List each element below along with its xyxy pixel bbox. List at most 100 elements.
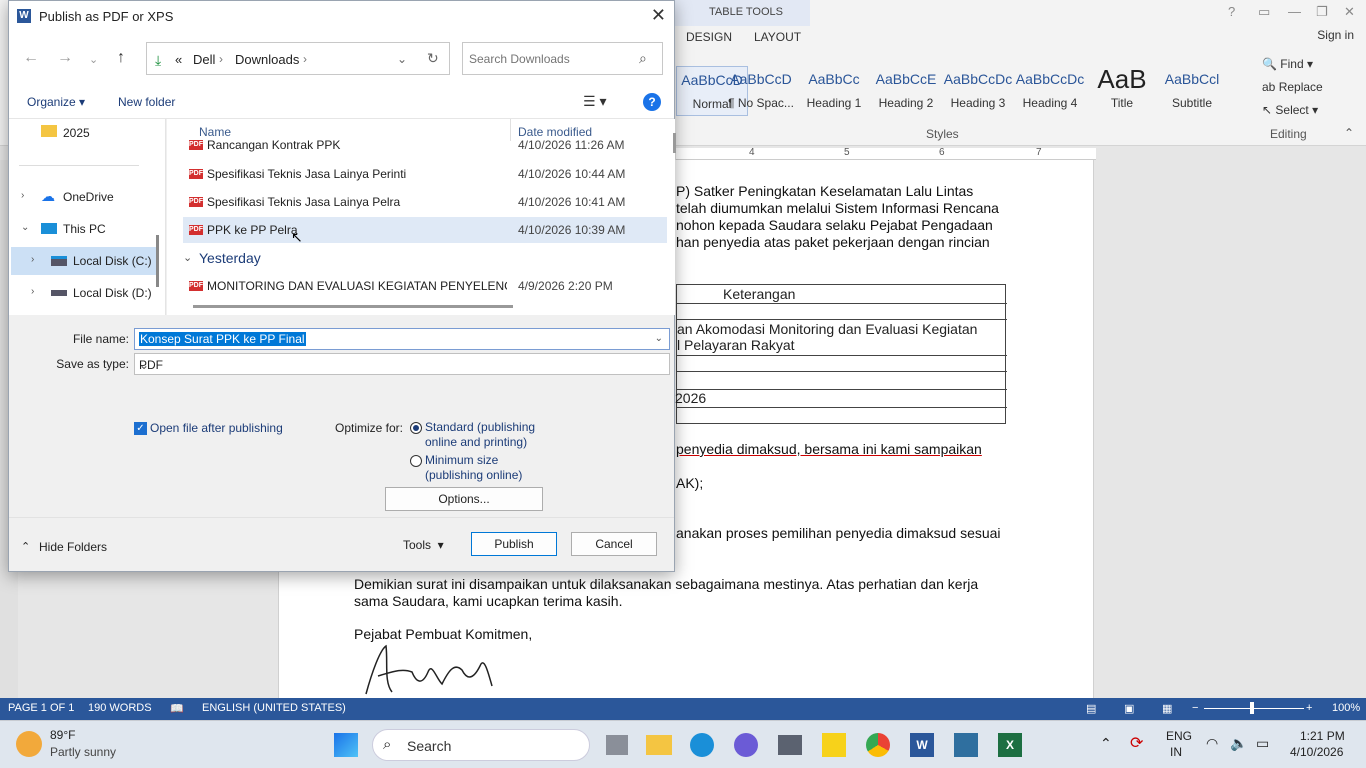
optimize-minimum-label[interactable]: Minimum size (publishing online) [425, 453, 522, 483]
zoom-level[interactable]: 100% [1332, 702, 1360, 714]
zoom-slider[interactable] [1204, 708, 1304, 709]
help-icon[interactable]: ? [1228, 4, 1235, 19]
restore-icon[interactable]: ❐ [1316, 4, 1328, 20]
nav-scrollbar-thumb[interactable] [156, 235, 159, 287]
vertical-scrollbar-thumb[interactable] [673, 133, 676, 153]
search-icon[interactable]: ⌕ [639, 50, 647, 67]
file-row[interactable]: PDF Rancangan Kontrak PPK 4/10/2026 11:2… [183, 135, 667, 157]
task-view-icon[interactable] [606, 735, 628, 755]
zoom-out-icon[interactable]: − [1192, 702, 1198, 714]
organize-button[interactable]: Organize ▾ [27, 95, 85, 109]
horizontal-scrollbar-thumb[interactable] [193, 305, 513, 308]
collapse-chevron-icon[interactable]: ⌄ [21, 222, 29, 233]
search-box[interactable]: ⌕ [462, 42, 663, 75]
page-count[interactable]: PAGE 1 OF 1 [8, 702, 74, 714]
optimize-minimum-radio[interactable] [410, 455, 422, 467]
sign-in-link[interactable]: Sign in [1317, 28, 1354, 42]
style-2[interactable]: AaBbCc Heading 1 [798, 66, 870, 116]
nav-item-local-disk-c[interactable]: › Local Disk (C:) [11, 247, 157, 275]
word-icon[interactable]: W [910, 733, 934, 757]
start-icon[interactable] [334, 733, 358, 757]
read-mode-icon[interactable]: ▤ [1086, 702, 1096, 715]
recent-locations-icon[interactable]: ⌄ [89, 53, 98, 66]
excel-icon[interactable]: X [998, 733, 1022, 757]
nav-item-this-pc[interactable]: ⌄ This PC [9, 215, 159, 243]
expand-chevron-icon[interactable]: › [31, 286, 34, 297]
view-options-icon[interactable]: ☰ ▾ [583, 93, 606, 110]
tab-layout[interactable]: LAYOUT [754, 30, 801, 44]
address-dropdown-icon[interactable]: ⌄ [397, 52, 407, 66]
proofing-icon[interactable]: 📖 [170, 702, 184, 715]
tray-chevron-icon[interactable]: ⌃ [1100, 735, 1112, 752]
taskbar-search[interactable]: ⌕ Search [372, 729, 590, 761]
style-7[interactable]: AaBbCcl Subtitle [1156, 66, 1228, 116]
weather-temp[interactable]: 89°F [50, 728, 75, 742]
tab-design[interactable]: DESIGN [686, 30, 732, 44]
open-after-label[interactable]: Open file after publishing [150, 421, 283, 436]
volume-icon[interactable]: 🔈 [1230, 735, 1247, 752]
window-close-icon[interactable]: ✕ [1344, 4, 1355, 20]
address-bar[interactable]: ⤓ « Dell › Downloads › ⌄ ↻ [146, 42, 450, 75]
optimize-standard-label[interactable]: Standard (publishing online and printing) [425, 420, 535, 450]
sync-icon[interactable]: ⟳ [1130, 733, 1143, 753]
battery-icon[interactable]: ▭ [1256, 735, 1269, 752]
clock-time[interactable]: 1:21 PM [1300, 729, 1345, 743]
breadcrumb-downloads[interactable]: Downloads [235, 52, 299, 67]
search-input[interactable] [469, 50, 637, 68]
file-row[interactable]: PDF Spesifikasi Teknis Jasa Lainya Perin… [183, 161, 667, 187]
edge-icon[interactable] [690, 733, 714, 757]
web-layout-icon[interactable]: ▦ [1162, 702, 1172, 715]
group-collapse-icon[interactable]: ⌄ [183, 251, 192, 264]
refresh-icon[interactable]: ↻ [427, 50, 439, 67]
file-row[interactable]: PDF Spesifikasi Teknis Jasa Lainya Pelra… [183, 189, 667, 215]
ribbon-display-icon[interactable]: ▭ [1258, 4, 1270, 20]
breadcrumb-overflow[interactable]: « [175, 52, 182, 67]
publish-button[interactable]: Publish [471, 532, 557, 556]
nav-item-2025[interactable]: 2025 [9, 119, 159, 147]
cancel-button[interactable]: Cancel [571, 532, 657, 556]
replace-button[interactable]: ab Replace [1262, 80, 1323, 94]
input-region[interactable]: IN [1170, 745, 1182, 759]
wifi-icon[interactable]: ◠ [1206, 735, 1218, 752]
back-arrow-icon[interactable]: ← [23, 49, 39, 67]
style-1[interactable]: AaBbCcD ¶ No Spac... [725, 66, 797, 116]
file-name-dropdown-icon[interactable]: ⌄ [655, 333, 663, 344]
file-explorer-icon[interactable] [646, 735, 672, 755]
style-4[interactable]: AaBbCcDc Heading 3 [942, 66, 1014, 116]
expand-chevron-icon[interactable]: › [21, 190, 24, 201]
zoom-thumb[interactable] [1250, 702, 1254, 714]
style-6[interactable]: AaB Title [1086, 66, 1158, 116]
tools-button[interactable]: Tools ▾ [403, 538, 444, 552]
forward-arrow-icon[interactable]: → [57, 49, 73, 67]
style-3[interactable]: AaBbCcE Heading 2 [870, 66, 942, 116]
style-5[interactable]: AaBbCcDc Heading 4 [1014, 66, 1086, 116]
save-type-dropdown-icon[interactable]: ⌄ [139, 358, 663, 372]
word-count[interactable]: 190 WORDS [88, 702, 152, 714]
language-status[interactable]: ENGLISH (UNITED STATES) [202, 702, 346, 714]
collapse-ribbon-icon[interactable]: ⌃ [1344, 126, 1354, 140]
weather-desc[interactable]: Partly sunny [50, 745, 116, 759]
new-folder-button[interactable]: New folder [118, 95, 175, 109]
file-name-value[interactable]: Konsep Surat PPK ke PP Final [139, 332, 306, 346]
print-layout-icon[interactable]: ▣ [1124, 702, 1134, 715]
nav-item-local-disk-d[interactable]: › Local Disk (D:) [9, 279, 159, 307]
clock-date[interactable]: 4/10/2026 [1290, 745, 1343, 759]
weather-icon[interactable] [16, 731, 42, 757]
nav-item-onedrive[interactable]: › ☁ OneDrive [9, 183, 159, 211]
camera-icon[interactable] [778, 735, 802, 755]
save-type-select[interactable]: PDF ⌄ [134, 353, 670, 375]
input-lang[interactable]: ENG [1166, 729, 1192, 743]
up-arrow-icon[interactable]: ↑ [117, 49, 125, 67]
calculator-icon[interactable] [954, 733, 978, 757]
expand-chevron-icon[interactable]: › [31, 254, 34, 265]
help-icon[interactable]: ? [643, 93, 661, 111]
select-button[interactable]: ↖ Select ▾ [1262, 103, 1318, 117]
optimize-standard-radio[interactable] [410, 422, 422, 434]
file-row[interactable]: PDF MONITORING DAN EVALUASI KEGIATAN PEN… [183, 273, 667, 299]
dialog-close-icon[interactable]: ✕ [651, 5, 666, 26]
find-button[interactable]: 🔍 Find ▾ [1262, 57, 1313, 71]
chrome-icon[interactable] [866, 733, 890, 757]
open-after-checkbox[interactable]: ✓ [134, 422, 147, 435]
hide-folders-chevron-icon[interactable]: ⌃ [21, 540, 30, 553]
file-name-field[interactable]: Konsep Surat PPK ke PP Final ⌄ [134, 328, 670, 350]
